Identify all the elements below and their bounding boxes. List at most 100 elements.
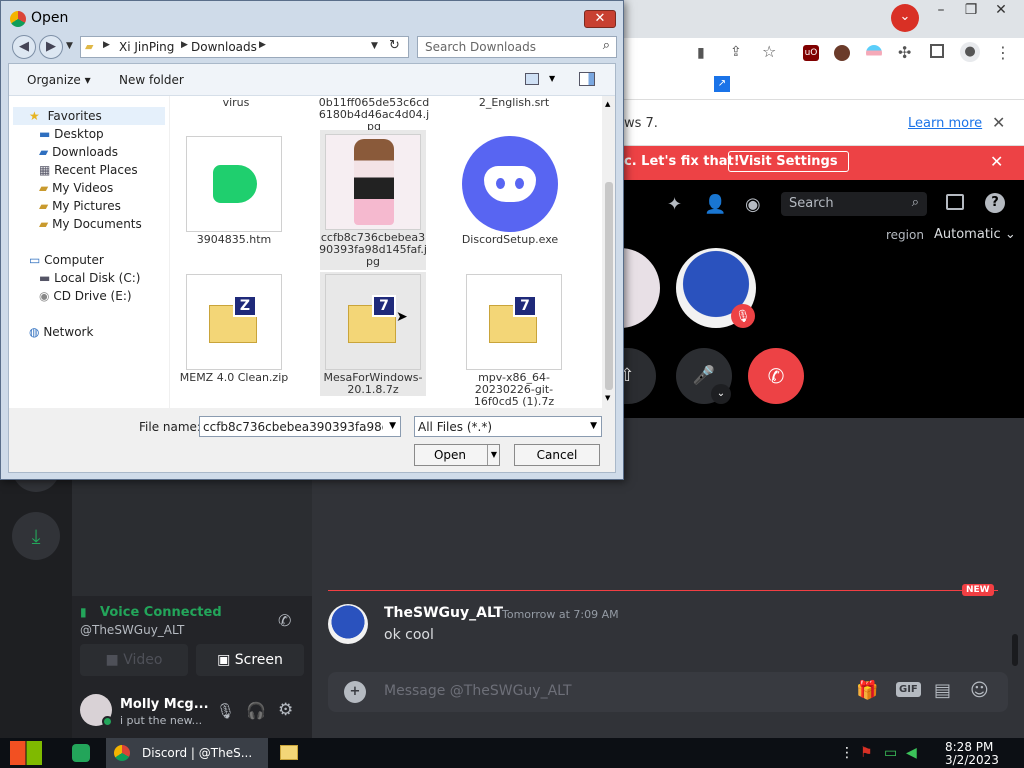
file-label-srt[interactable]: 2_English.srt	[459, 97, 569, 109]
scroll-up-arrow-icon[interactable]: ▲	[605, 100, 610, 108]
view-dropdown-icon[interactable]: ▼	[549, 74, 555, 83]
file-name-dropdown-icon[interactable]: ▼	[389, 421, 396, 431]
hang-up-button[interactable]: ✆	[748, 348, 804, 404]
refresh-icon[interactable]: ↻	[389, 38, 400, 53]
add-attachment-icon[interactable]: +	[344, 681, 366, 703]
windows-start-icon[interactable]	[10, 741, 42, 765]
view-options-icon[interactable]	[525, 73, 539, 85]
file-item-htm[interactable]: 3904835.htm	[186, 136, 289, 246]
download-apps-icon[interactable]: ⤓	[12, 512, 60, 560]
clock-date[interactable]: 3/2/2023	[945, 753, 999, 767]
extensions-puzzle-icon[interactable]: ✣	[898, 43, 911, 62]
nav-item-my-videos[interactable]: ▰ My Videos	[39, 179, 113, 197]
flag-extension-icon[interactable]	[866, 45, 882, 61]
chat-scrollbar[interactable]	[1012, 634, 1018, 666]
minimize-button[interactable]: –	[926, 0, 956, 20]
extension-avatar-icon[interactable]	[834, 45, 850, 61]
nav-item-my-documents[interactable]: ▰ My Documents	[39, 215, 142, 233]
file-label-virus[interactable]: virus	[181, 97, 291, 109]
dialog-close-button[interactable]: ✕	[584, 10, 616, 28]
chrome-menu-icon[interactable]: ⋮	[995, 43, 1011, 62]
cancel-button[interactable]: Cancel	[514, 444, 600, 466]
breadcrumb-user[interactable]: Xi JinPing	[119, 40, 174, 54]
voice-channel-name[interactable]: @TheSWGuy_ALT	[80, 623, 184, 637]
scroll-down-arrow-icon[interactable]: ▼	[605, 394, 610, 402]
add-friend-icon[interactable]: 👤	[704, 194, 726, 215]
back-button[interactable]: ◀	[12, 35, 36, 59]
emoji-icon[interactable]: ☺	[970, 680, 989, 701]
file-explorer-icon[interactable]	[280, 745, 298, 760]
settings-gear-icon[interactable]: ⚙	[278, 700, 293, 720]
user-profile-icon[interactable]: ◉	[745, 194, 761, 215]
camera-icon[interactable]: ▮	[697, 45, 705, 61]
nav-item-desktop[interactable]: ▬ Desktop	[39, 125, 104, 143]
nav-network[interactable]: ◍ Network	[29, 323, 93, 341]
address-bar[interactable]: ▰ ▶ Xi JinPing ▶ Downloads ▶ ▼ ↻	[80, 36, 409, 58]
mic-icon[interactable]: 🎙	[216, 702, 235, 720]
search-box[interactable]: Search Downloads ⌕	[417, 36, 617, 58]
learn-more-link[interactable]: Learn more	[908, 116, 982, 131]
file-item-mpv-7z[interactable]: 7 mpv-x86_64-20230226-git-16f0cd5 (1).7z	[466, 274, 569, 408]
open-split-dropdown-icon[interactable]: ▼	[486, 445, 497, 465]
side-panel-icon[interactable]	[930, 44, 944, 58]
ublock-extension-icon[interactable]: uO	[803, 45, 819, 61]
taskbar-chrome-task[interactable]: Discord | @TheS...	[106, 738, 268, 768]
close-window-button[interactable]: ✕	[986, 0, 1016, 20]
nav-computer[interactable]: ▭ Computer	[29, 251, 104, 269]
headphones-icon[interactable]: 🎧	[246, 701, 266, 720]
file-item-jpg-selected[interactable]: ccfb8c736cbebea390393fa98d145faf.jpg	[319, 130, 427, 270]
maximize-button[interactable]: ❐	[956, 0, 986, 20]
file-item-mesa-7z[interactable]: 7 ➤ MesaForWindows-20.1.8.7z	[320, 272, 426, 396]
file-type-dropdown-icon[interactable]: ▼	[590, 421, 597, 431]
profile-icon[interactable]: ●	[960, 42, 980, 62]
forward-button[interactable]: ▶	[39, 35, 63, 59]
chrome-profile-dropdown-icon[interactable]: ⌄	[891, 4, 919, 32]
author-avatar[interactable]	[328, 604, 368, 644]
file-item-exe[interactable]: DiscordSetup.exe	[462, 136, 565, 246]
breadcrumb-downloads[interactable]: Downloads	[191, 40, 257, 54]
network-icon[interactable]: ▭	[884, 745, 897, 761]
volume-icon[interactable]: ◀	[906, 745, 917, 761]
bookmark-star-icon[interactable]: ☆	[762, 42, 776, 61]
video-button[interactable]: ■ Video	[80, 644, 188, 676]
file-item-memz-zip[interactable]: Z MEMZ 4.0 Clean.zip	[180, 274, 289, 384]
address-dropdown-icon[interactable]: ▼	[371, 41, 378, 51]
recent-locations-chevron-icon[interactable]: ▼	[66, 41, 73, 51]
notification-overflow-icon[interactable]: ⋮	[840, 745, 854, 761]
organize-menu[interactable]: Organize ▾	[27, 73, 91, 87]
user-name[interactable]: Molly Mcg...	[120, 697, 209, 712]
voice-search-box[interactable]: Search ⌕	[781, 192, 927, 216]
clock-time[interactable]: 8:28 PM	[945, 740, 993, 754]
action-center-flag-icon[interactable]: ⚑	[860, 745, 873, 761]
nav-item-my-pictures[interactable]: ▰ My Pictures	[39, 197, 121, 215]
message-composer[interactable]: + Message @TheSWGuy_ALT 🎁 GIF ▤ ☺	[328, 672, 1008, 712]
visit-settings-button[interactable]: Visit Settings	[728, 151, 849, 172]
nav-item-downloads[interactable]: ▰ Downloads	[39, 143, 118, 161]
gif-icon[interactable]: GIF	[896, 682, 921, 697]
help-icon[interactable]: ?	[985, 193, 1005, 213]
disconnect-icon[interactable]: ✆	[278, 611, 291, 630]
screen-share-button[interactable]: ▣ Screen	[196, 644, 304, 676]
file-list-scrollbar[interactable]: ▲ ▼	[603, 96, 615, 408]
pin-icon[interactable]: ✦	[667, 194, 682, 215]
inbox-icon[interactable]	[946, 194, 964, 210]
gift-icon[interactable]: 🎁	[856, 680, 878, 701]
infobar-close-icon[interactable]: ✕	[992, 113, 1005, 132]
new-folder-button[interactable]: New folder	[119, 73, 184, 87]
region-select[interactable]: Automatic ⌄	[934, 227, 1016, 242]
taskbar-app-icon[interactable]	[72, 744, 90, 762]
nav-item-cd-drive[interactable]: ◉ CD Drive (E:)	[39, 287, 132, 305]
file-type-select[interactable]: All Files (*.*) ▼	[414, 416, 602, 437]
nav-item-recent-places[interactable]: ▦ Recent Places	[39, 161, 138, 179]
open-button[interactable]: Open ▼	[414, 444, 500, 466]
banner-close-icon[interactable]: ✕	[990, 152, 1003, 171]
scroll-thumb[interactable]	[605, 182, 613, 390]
file-label-jpg-top[interactable]: 0b11ff065de53c6cd6180b4d46ac4d04.jpg	[318, 97, 430, 133]
message-author[interactable]: TheSWGuy_ALT	[384, 605, 503, 621]
mic-options-chevron-icon[interactable]: ⌄	[711, 384, 731, 404]
file-name-input[interactable]: ccfb8c736cbebea390393fa98d1 ▼	[199, 416, 401, 437]
share-icon[interactable]: ⇪	[730, 44, 742, 60]
nav-item-local-disk[interactable]: ▬ Local Disk (C:)	[39, 269, 140, 287]
nav-favorites[interactable]: ★ Favorites	[13, 107, 165, 125]
sticker-icon[interactable]: ▤	[934, 680, 951, 701]
